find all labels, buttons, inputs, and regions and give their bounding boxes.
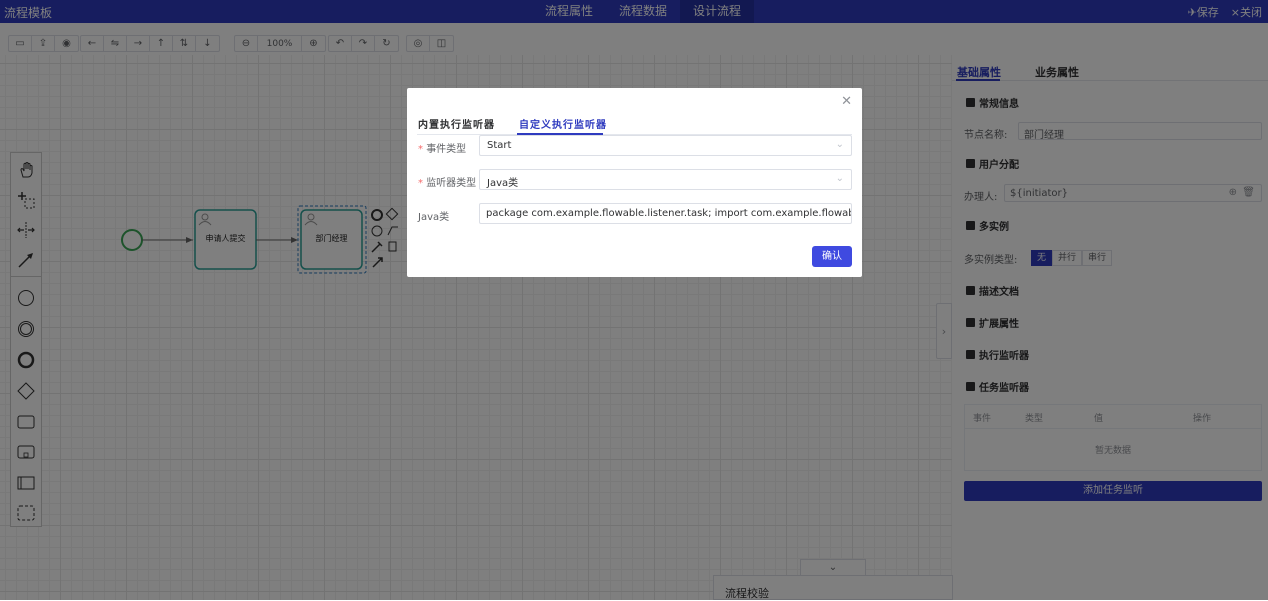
- tab-builtin-listener[interactable]: 内置执行监听器: [418, 116, 495, 131]
- listener-type-select[interactable]: Java类 ⌄: [479, 169, 852, 190]
- confirm-button[interactable]: 确认: [812, 246, 852, 267]
- chevron-down-icon: ⌄: [835, 139, 844, 150]
- java-class-input[interactable]: package com.example.flowable.listener.ta…: [479, 203, 852, 224]
- event-type-label: * 事件类型: [418, 144, 467, 155]
- tab-custom-listener[interactable]: 自定义执行监听器: [519, 116, 607, 131]
- java-class-label: Java类: [418, 212, 450, 223]
- listener-dialog: ✕ 内置执行监听器 自定义执行监听器 * 事件类型 Start ⌄ * 监听器类…: [407, 88, 862, 277]
- chevron-down-icon: ⌄: [835, 173, 844, 184]
- event-type-select[interactable]: Start ⌄: [479, 135, 852, 156]
- listener-type-label: * 监听器类型: [418, 178, 477, 189]
- close-icon[interactable]: ✕: [841, 94, 852, 109]
